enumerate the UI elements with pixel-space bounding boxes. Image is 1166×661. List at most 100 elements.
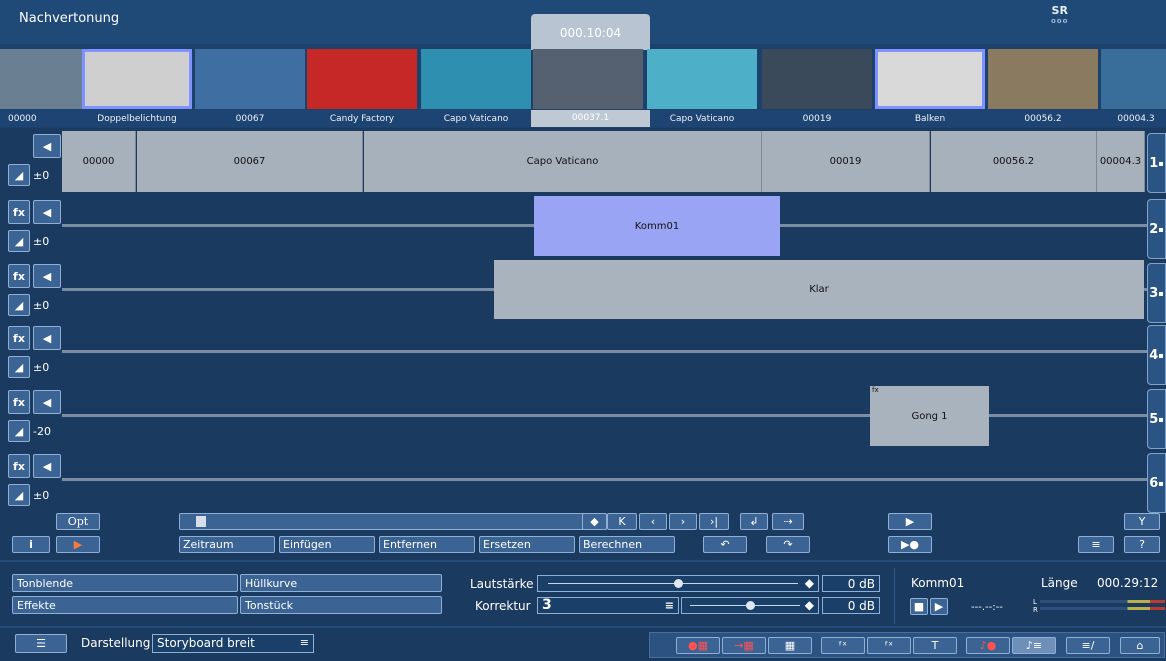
audio-clip[interactable]: 00056.2 [931, 131, 1097, 192]
storyboard-thumbnail-label: Capo Vaticano [443, 114, 509, 124]
korrektur-slider[interactable]: ◆ [681, 597, 819, 614]
berechnen-button[interactable]: Berechnen [579, 536, 675, 553]
time-display: ---.--:-- [971, 602, 1003, 613]
title-icon[interactable]: T [913, 637, 957, 654]
storyboard-thumbnail[interactable] [307, 49, 417, 109]
storyboard-thumbnail-label: 00000 [8, 114, 37, 124]
timeline-scrollbar[interactable] [179, 513, 607, 530]
fx-button[interactable]: fx [8, 454, 30, 478]
tools-icon[interactable]: Y [1124, 513, 1160, 530]
track-number[interactable]: 4 ▪ [1147, 325, 1166, 385]
volume-icon[interactable]: ◢ [8, 294, 30, 316]
audio-clip[interactable]: Klar [494, 260, 1144, 319]
center-icon[interactable]: ◆ [582, 513, 607, 530]
volume-icon[interactable]: ◢ [8, 164, 30, 186]
lautstaerke-value: 0 dB [822, 575, 880, 592]
volume-icon[interactable]: ◢ [8, 230, 30, 252]
fx-button[interactable]: fx [8, 326, 30, 350]
mixer-icon[interactable]: ≡ [1078, 536, 1114, 553]
audio-clip[interactable]: 00000 [62, 131, 136, 192]
level-meter-r [1040, 607, 1165, 610]
lautstaerke-slider[interactable]: ◆ [537, 575, 819, 592]
storyboard-thumbnail[interactable] [195, 49, 305, 109]
audio-clip[interactable]: Komm01 [534, 196, 780, 256]
speaker-icon[interactable]: ◀︎ [33, 326, 61, 350]
volume-icon[interactable]: ◢ [8, 356, 30, 378]
scroll-handle[interactable] [196, 516, 206, 527]
audio-clip[interactable]: fx Gong 1 [870, 386, 989, 446]
darstellung-select[interactable]: Storyboard breit ≡ [152, 634, 314, 653]
speaker-icon[interactable]: ◀︎ [33, 134, 61, 158]
record-grid-icon[interactable]: ●▦ [676, 637, 720, 654]
audio-clip[interactable]: Capo Vaticano [364, 131, 762, 192]
info-button[interactable]: i [12, 536, 50, 553]
skip-end-icon[interactable]: ›| [699, 513, 729, 530]
huellkurve-button[interactable]: Hüllkurve [240, 574, 442, 592]
effekte-button[interactable]: Effekte [12, 596, 238, 614]
storyboard-thumbnail[interactable] [1101, 49, 1166, 109]
redo-icon[interactable]: ↷ [766, 536, 810, 553]
audio-clip[interactable]: 00004.3 [1097, 131, 1145, 192]
entfernen-button[interactable]: Entfernen [379, 536, 475, 553]
zeitraum-button[interactable]: Zeitraum [179, 536, 275, 553]
current-thumbnail-label: 00037.1 [531, 110, 650, 127]
play-button[interactable]: ▶ [888, 513, 932, 530]
speaker-icon[interactable]: ◀︎ [33, 390, 61, 414]
fx-left-icon[interactable]: ᶠˣ [821, 637, 865, 654]
skip-start-icon[interactable]: K [607, 513, 637, 530]
stop-button[interactable]: ■ [910, 598, 928, 615]
list-icon[interactable]: ☰ [15, 634, 67, 653]
opt-button[interactable]: Opt [56, 513, 100, 530]
storyboard-thumbnail[interactable] [762, 49, 872, 109]
track-volume: -20 [33, 425, 51, 438]
help-button[interactable]: ? [1124, 536, 1160, 553]
home-icon[interactable]: ⌂ [1120, 637, 1160, 654]
step-forward-icon[interactable]: › [669, 513, 697, 530]
storyboard-thumbnail[interactable] [533, 49, 643, 109]
storyboard-thumbnail[interactable] [647, 49, 757, 109]
storyboard-thumbnail[interactable] [875, 49, 985, 109]
ersetzen-button[interactable]: Ersetzen [479, 536, 575, 553]
storyboard-thumbnail-label: 00056.2 [1024, 114, 1062, 124]
settings-icon[interactable]: ≡/ [1066, 637, 1110, 654]
tonstueck-button[interactable]: Tonstück [240, 596, 442, 614]
tonblende-button[interactable]: Tonblende [12, 574, 238, 592]
audio-clip[interactable]: 00019 [762, 131, 930, 192]
image-icon[interactable]: ▶ [56, 536, 100, 553]
volume-icon[interactable]: ◢ [8, 420, 30, 442]
track-volume: ±0 [33, 489, 50, 502]
korrektur-label: Korrektur [475, 599, 531, 613]
track-number[interactable]: 3 ▪ [1147, 263, 1166, 323]
track-number[interactable]: 2 ▪ [1147, 199, 1166, 259]
storyboard-thumbnail-label: 00019 [802, 114, 832, 124]
fx-button[interactable]: fx [8, 390, 30, 414]
music-list-icon[interactable]: ♪≡ [1012, 637, 1056, 654]
fx-right-icon[interactable]: ᶠˣ [867, 637, 911, 654]
music-record-icon[interactable]: ♪● [966, 637, 1010, 654]
speaker-icon[interactable]: ◀︎ [33, 454, 61, 478]
einfuegen-button[interactable]: Einfügen [279, 536, 375, 553]
arrow-grid-icon[interactable]: →▦ [722, 637, 766, 654]
play-record-button[interactable]: ▶● [888, 536, 932, 553]
storyboard-thumbnail[interactable] [421, 49, 531, 109]
play-button[interactable]: ▶ [930, 598, 948, 615]
divider [0, 560, 1166, 562]
undo-icon[interactable]: ↶ [703, 536, 747, 553]
audio-clip[interactable]: 00067 [137, 131, 363, 192]
step-back-icon[interactable]: ‹ [639, 513, 667, 530]
fx-button[interactable]: fx [8, 264, 30, 288]
track-number[interactable]: 5 ▪ [1147, 389, 1166, 449]
fx-button[interactable]: fx [8, 200, 30, 224]
storyboard-thumbnail[interactable] [988, 49, 1098, 109]
track-number[interactable]: 6 ▪ [1147, 453, 1166, 513]
level-meter-l [1040, 600, 1165, 603]
speaker-icon[interactable]: ◀︎ [33, 200, 61, 224]
mark-out-icon[interactable]: ⇢ [772, 513, 804, 530]
mark-in-icon[interactable]: ↲ [740, 513, 768, 530]
storyboard-thumbnail[interactable] [82, 49, 192, 109]
volume-icon[interactable]: ◢ [8, 484, 30, 506]
korrektur-select[interactable]: 3 ≡ [537, 597, 679, 614]
speaker-icon[interactable]: ◀︎ [33, 264, 61, 288]
grid-menu-icon[interactable]: ▦ [768, 637, 812, 654]
track-number[interactable]: 1 ▪ [1147, 133, 1166, 193]
